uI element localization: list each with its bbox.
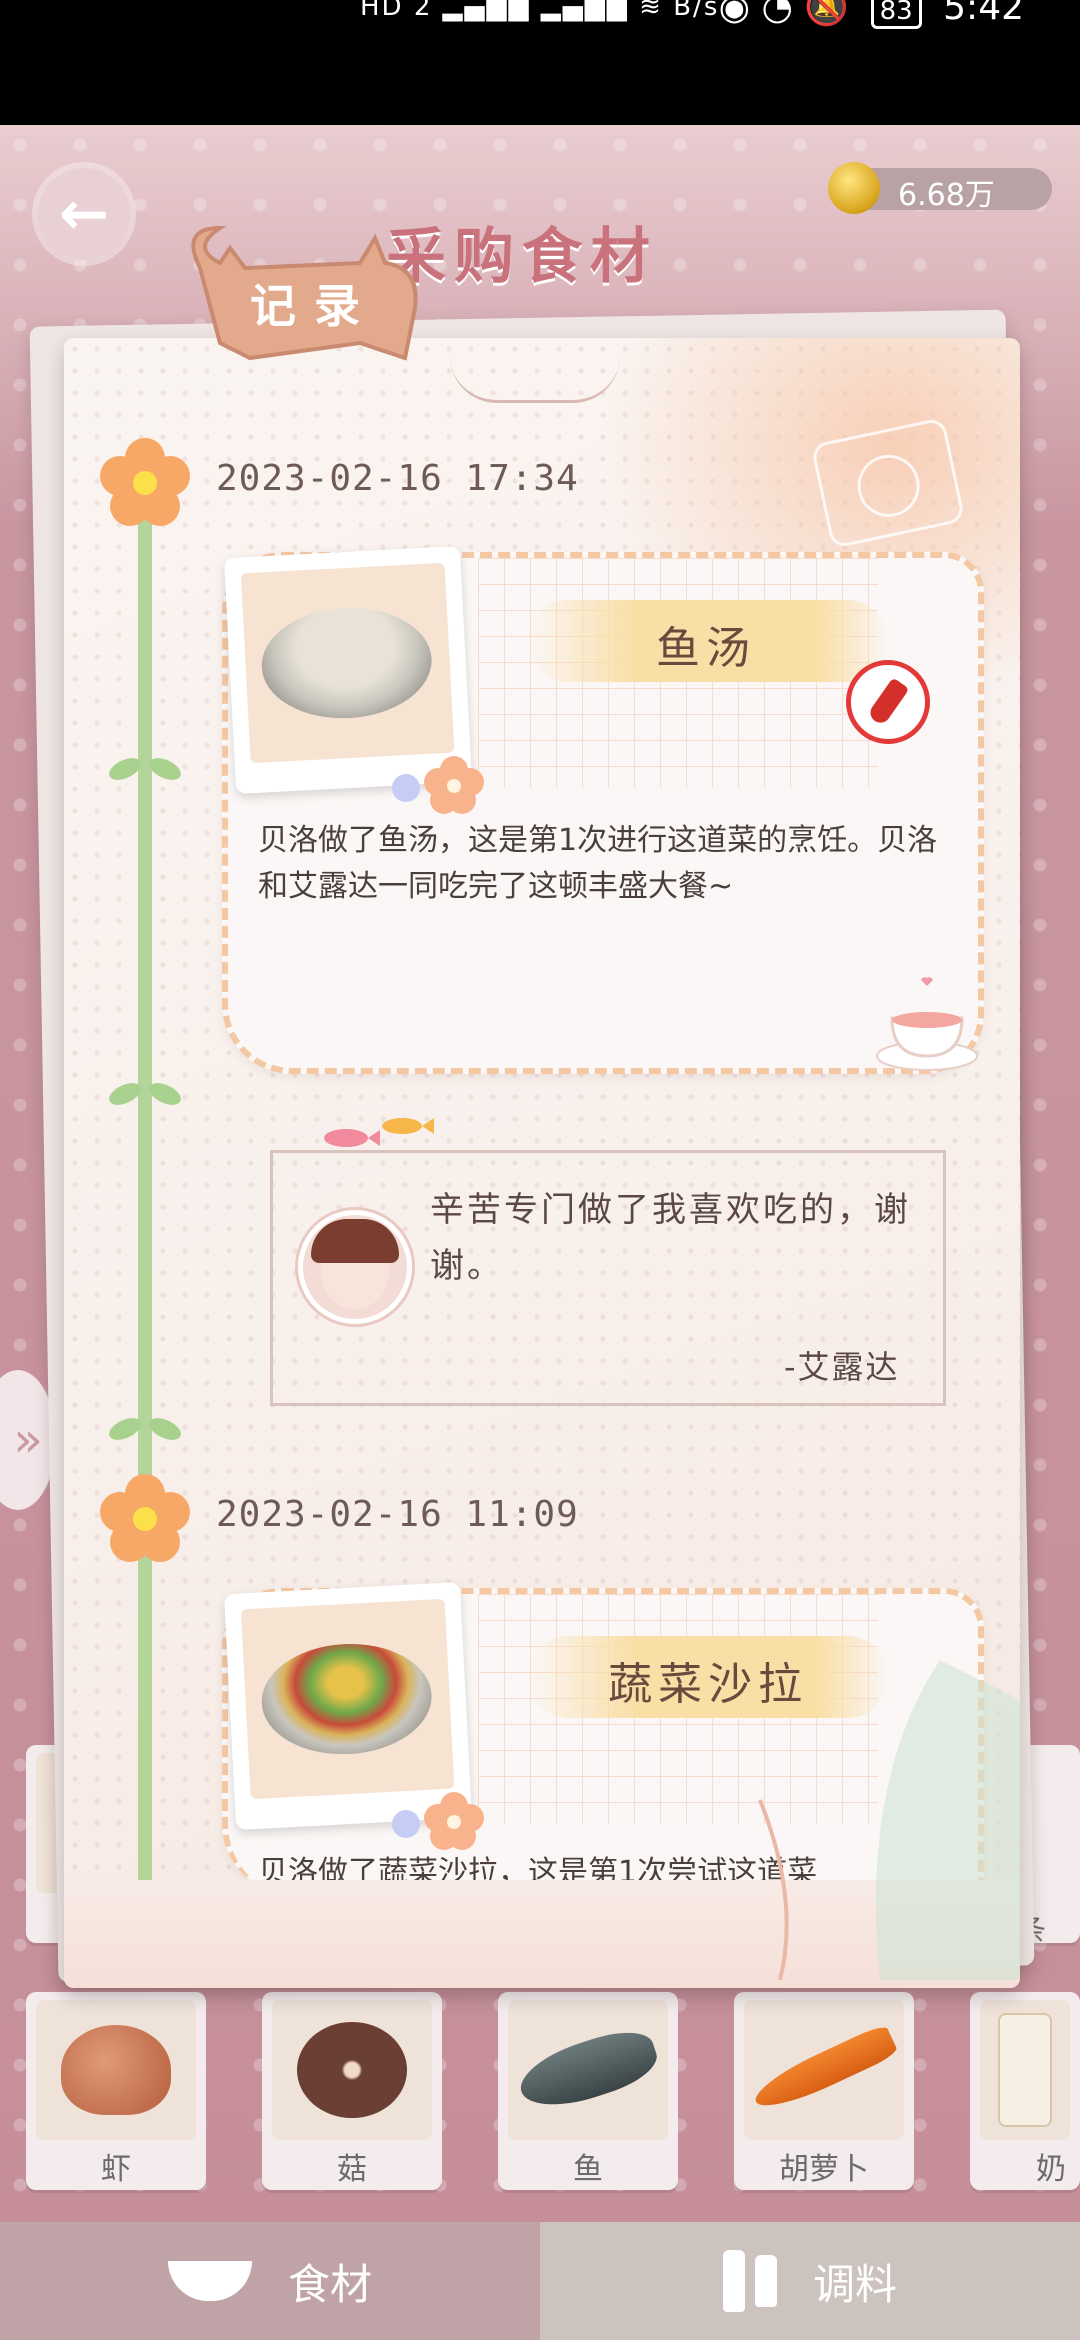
fish-icon xyxy=(508,2000,668,2140)
tab-seasoning-label: 调料 xyxy=(812,2259,897,2309)
bottle-icon xyxy=(722,2250,745,2312)
teacup-icon xyxy=(876,977,978,1071)
shelf-label: 虾 xyxy=(101,2152,131,2187)
coin-icon xyxy=(828,162,880,214)
milk-icon xyxy=(980,2000,1070,2140)
clock: 5:42 xyxy=(943,0,1024,28)
fish-soup-icon xyxy=(240,562,455,764)
status-left: HD 2 ▂▄▆█ ▂▄▆█ ≋ B/s xyxy=(360,0,719,22)
shelf-item-shrimp[interactable]: 虾 xyxy=(26,1992,206,2190)
status-right: ◉ ◔ 🔕 83 5:42 xyxy=(719,0,1024,29)
double-chevron-icon: » xyxy=(13,1412,43,1468)
shrimp-icon xyxy=(36,2000,196,2140)
eye-icon: ◉ xyxy=(718,0,750,28)
shelf-item-fish[interactable]: 鱼 xyxy=(498,1992,678,2190)
shelf-item-mushroom[interactable]: 菇 xyxy=(262,1992,442,2190)
flower-icon xyxy=(100,438,190,526)
shelf-label: 奶 xyxy=(1036,2152,1066,2187)
salad-icon xyxy=(240,1598,455,1800)
battery-indicator: 83 xyxy=(870,0,922,29)
chili-icon xyxy=(846,660,930,744)
back-arrow-icon: ← xyxy=(58,179,110,249)
bottle-icon xyxy=(754,2255,777,2307)
flower-icon xyxy=(100,1474,190,1562)
wifi-icon: ≋ xyxy=(639,0,663,22)
network-badge: HD 2 xyxy=(360,0,433,22)
bowl-icon xyxy=(167,2261,252,2301)
shelf-item-milk[interactable]: 奶 xyxy=(970,1992,1080,2190)
status-bar: HD 2 ▂▄▆█ ▂▄▆█ ≋ B/s ◉ ◔ 🔕 83 5:42 xyxy=(0,0,1080,125)
tab-food[interactable]: 食材 xyxy=(0,2222,540,2340)
timeline-stem xyxy=(138,490,152,1900)
record-tab-label[interactable]: 记录 xyxy=(250,270,378,336)
flowers-icon xyxy=(392,1792,484,1850)
speed-text: B/s xyxy=(673,0,720,22)
tab-food-label: 食材 xyxy=(287,2259,372,2309)
mushroom-icon xyxy=(272,2000,432,2140)
entry-datetime: 2023-02-16 11:09 xyxy=(216,1494,579,1535)
back-button[interactable]: ← xyxy=(38,168,130,260)
comment-text: 辛苦专门做了我喜欢吃的，谢谢。 xyxy=(430,1190,911,1286)
comment-author: -艾露达 xyxy=(784,1348,900,1386)
shelf-label: 鱼 xyxy=(573,2152,603,2187)
flowers-icon xyxy=(392,756,484,814)
shelf-label: 胡萝卜 xyxy=(779,2152,869,2187)
mute-icon: 🔕 xyxy=(804,0,850,28)
bottom-tab-bar: 食材 调料 xyxy=(0,2222,1080,2340)
coin-amount: 6.68万 xyxy=(898,178,995,213)
carrot-icon xyxy=(744,2000,904,2140)
shelf-label: 菇 xyxy=(337,2152,367,2187)
entry-datetime: 2023-02-16 17:34 xyxy=(216,458,579,499)
ornament-icon xyxy=(450,356,620,403)
shelf-item-carrot[interactable]: 胡萝卜 xyxy=(734,1992,914,2190)
avatar xyxy=(298,1210,412,1324)
entry-description: 贝洛做了鱼汤，这是第1次进行这道菜的烹饪。贝洛和艾露达一同吃完了这顿丰盛大餐~ xyxy=(258,823,938,904)
signal-icon: ▂▄▆█ ▂▄▆█ xyxy=(442,0,629,22)
dish-name: 鱼汤 xyxy=(656,623,756,674)
alarm-icon: ◔ xyxy=(761,0,793,28)
tab-seasoning[interactable]: 调料 xyxy=(540,2222,1080,2340)
plant-decoration-icon xyxy=(758,1660,1020,1980)
